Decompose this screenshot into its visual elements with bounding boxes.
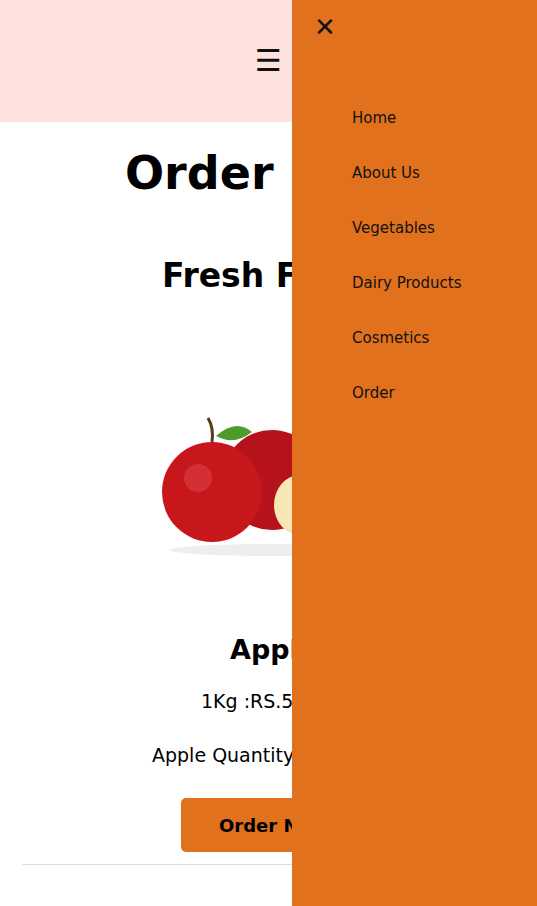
menu-item[interactable]: About Us [352,161,537,185]
drawer-menu: Home About Us Vegetables Dairy Products Cosm… [292,0,537,405]
side-drawer: ✕ Home About Us Vegetables Dairy Products Cos… [292,0,537,906]
hamburger-icon[interactable]: ☰ [255,46,282,76]
menu-item[interactable]: Vegetables [352,216,537,240]
menu-item[interactable]: Home [352,106,537,130]
menu-item[interactable]: Cosmetics [352,326,537,350]
menu-item[interactable]: Order [352,381,537,405]
close-icon[interactable]: ✕ [310,10,340,44]
menu-item[interactable]: Dairy Products [352,271,537,295]
